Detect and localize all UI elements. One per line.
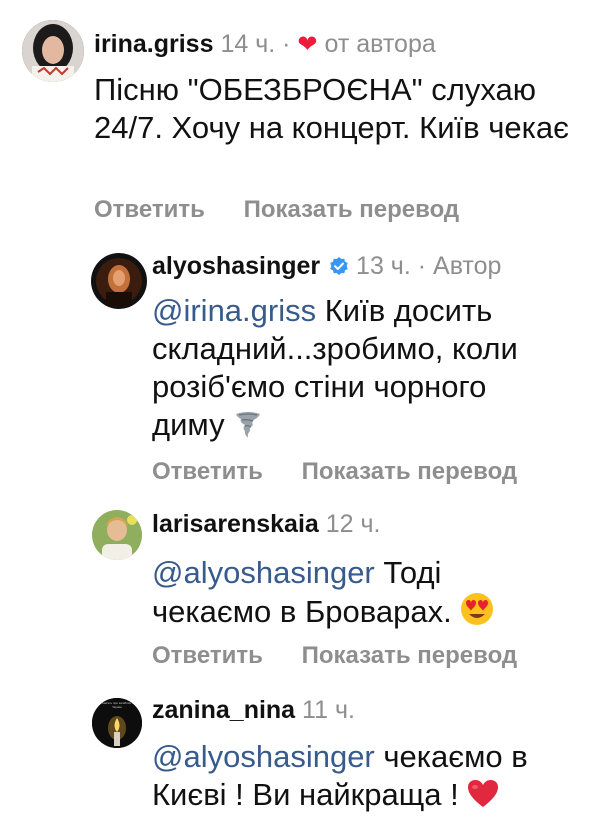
reply-button[interactable]: Ответить bbox=[152, 458, 263, 485]
comment-actions: Ответить Показать перевод bbox=[94, 196, 459, 224]
avatar[interactable] bbox=[22, 20, 84, 82]
comment-text: @alyoshasinger Тоді чекаємо в Броварах. bbox=[152, 554, 552, 635]
timestamp: 13 ч. bbox=[356, 252, 411, 280]
show-translation-button[interactable]: Показать перевод bbox=[244, 196, 460, 223]
show-translation-button[interactable]: Показать перевод bbox=[302, 642, 518, 669]
avatar[interactable] bbox=[90, 252, 148, 310]
comment-actions: Ответить Показать перевод bbox=[152, 458, 517, 486]
comment-actions: Ответить Показать перевод bbox=[152, 642, 517, 670]
show-translation-button[interactable]: Показать перевод bbox=[302, 458, 518, 485]
comment-header: irina.griss 14 ч. · ❤ от автора bbox=[94, 30, 436, 59]
avatar[interactable]: В пам'ять про загиблих на Україні bbox=[92, 698, 142, 748]
author-label: Автор bbox=[433, 252, 502, 280]
heart-eyes-emoji-icon bbox=[460, 592, 494, 635]
mention-link[interactable]: @irina.griss bbox=[152, 293, 316, 328]
mention-link[interactable]: @alyoshasinger bbox=[152, 555, 375, 590]
comment-text: @alyoshasinger чекаємо в Києві ! Ви найк… bbox=[152, 738, 552, 818]
timestamp: 14 ч. bbox=[220, 30, 276, 58]
avatar-photo-icon bbox=[91, 253, 147, 309]
separator: · bbox=[417, 252, 427, 280]
red-heart-emoji-icon bbox=[467, 779, 499, 818]
avatar-caption: В пам'ять про загиблих на Україні bbox=[98, 701, 136, 709]
avatar[interactable] bbox=[92, 510, 142, 560]
separator: · bbox=[282, 30, 291, 58]
comment-header: zanina_nina 11 ч. bbox=[152, 696, 355, 725]
timestamp: 11 ч. bbox=[302, 696, 355, 724]
username[interactable]: zanina_nina bbox=[152, 696, 295, 724]
comment-alyoshasinger: alyoshasinger 13 ч. · Автор @irina.griss… bbox=[0, 230, 600, 500]
comment-zanina-nina: В пам'ять про загиблих на Україні zanina… bbox=[0, 680, 600, 823]
verified-badge-icon bbox=[330, 257, 348, 275]
reply-button[interactable]: Ответить bbox=[94, 196, 205, 223]
avatar-photo-icon bbox=[92, 510, 142, 560]
avatar-photo-icon bbox=[22, 20, 84, 82]
username[interactable]: irina.griss bbox=[94, 30, 214, 58]
reply-button[interactable]: Ответить bbox=[152, 642, 263, 669]
comment-larisarenskaia: larisarenskaia 12 ч. @alyoshasinger Тоді… bbox=[0, 500, 600, 680]
comment-text: @irina.griss Київ досить складний...зроб… bbox=[152, 292, 552, 448]
mention-link[interactable]: @alyoshasinger bbox=[152, 739, 375, 774]
timestamp: 12 ч. bbox=[325, 510, 381, 538]
comment-irina-griss: irina.griss 14 ч. · ❤ от автора Пісню "О… bbox=[0, 0, 600, 230]
comment-text: Пісню "ОБЕЗБРОЄНА" слухаю 24/7. Хочу на … bbox=[94, 72, 569, 145]
username[interactable]: larisarenskaia bbox=[152, 510, 319, 538]
liked-by-author-label: от автора bbox=[324, 30, 436, 58]
comment-header: alyoshasinger 13 ч. · Автор bbox=[152, 252, 501, 281]
comment-header: larisarenskaia 12 ч. bbox=[152, 510, 380, 539]
heart-icon: ❤ bbox=[297, 31, 318, 58]
tornado-icon bbox=[233, 409, 263, 448]
username[interactable]: alyoshasinger bbox=[152, 252, 320, 280]
